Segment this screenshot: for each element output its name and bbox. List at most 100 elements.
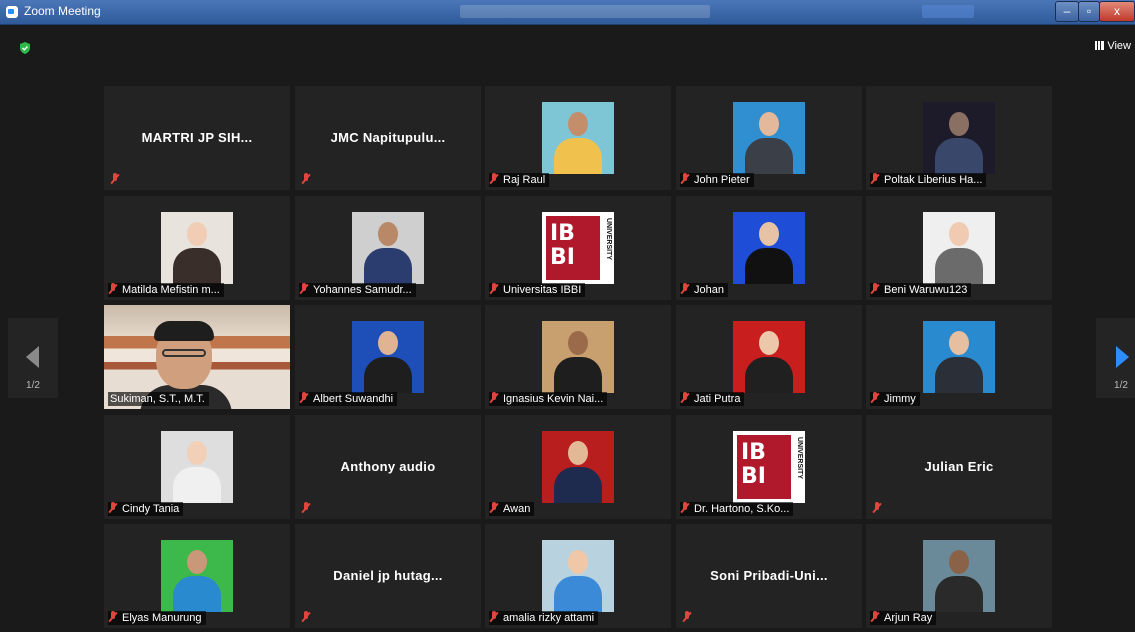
- participant-display-name: Anthony audio: [340, 459, 436, 474]
- participant-avatar: [161, 212, 233, 284]
- page-indicator-left: 1/2: [26, 380, 40, 391]
- participant-name: Yohannes Samudr...: [313, 284, 412, 296]
- zoom-app-icon: [6, 6, 18, 18]
- blurred-title-region-2: [922, 5, 974, 18]
- participant-display-name: Soni Pribadi-Uni...: [710, 568, 828, 583]
- participant-avatar: [923, 212, 995, 284]
- view-button[interactable]: View: [1095, 40, 1131, 52]
- participant-avatar: [923, 102, 995, 174]
- page-indicator-right: 1/2: [1114, 380, 1128, 391]
- participant-tile[interactable]: Yohannes Samudr...: [295, 196, 481, 300]
- muted-mic-icon: [301, 611, 311, 623]
- participant-tile[interactable]: MARTRI JP SIH...: [104, 86, 290, 190]
- muted-mic-icon: [108, 283, 118, 295]
- ibbi-logo: IB BI UNIVERSITY: [733, 431, 805, 503]
- participant-tile[interactable]: Jati Putra: [676, 305, 862, 409]
- participant-tile[interactable]: Anthony audio: [295, 415, 481, 519]
- participant-name: Cindy Tania: [122, 503, 180, 515]
- participant-name-label: Ignasius Kevin Nai...: [489, 392, 608, 406]
- grid-view-icon: [1095, 41, 1105, 50]
- participant-name-label: Universitas IBBI: [489, 283, 586, 297]
- participant-avatar: [542, 102, 614, 174]
- participant-avatar: [542, 431, 614, 503]
- participant-name: Poltak Liberius Ha...: [884, 174, 983, 186]
- muted-mic-icon: [870, 283, 880, 295]
- participant-tile[interactable]: IB BI UNIVERSITY Universitas IBBI: [485, 196, 671, 300]
- muted-mic-icon: [108, 611, 118, 623]
- maximize-button[interactable]: ▫: [1078, 1, 1100, 22]
- participant-name-label: Beni Waruwu123: [870, 283, 972, 297]
- participant-name: Johan: [694, 284, 724, 296]
- participant-tile[interactable]: Poltak Liberius Ha...: [866, 86, 1052, 190]
- participant-name-label: Cindy Tania: [108, 502, 184, 516]
- participant-name-label: Jimmy: [870, 392, 920, 406]
- next-page-button[interactable]: 1/2: [1096, 318, 1135, 398]
- participant-avatar: [733, 212, 805, 284]
- participant-avatar: [542, 540, 614, 612]
- participant-tile[interactable]: Jimmy: [866, 305, 1052, 409]
- participant-tile[interactable]: Julian Eric: [866, 415, 1052, 519]
- participant-tile[interactable]: Beni Waruwu123: [866, 196, 1052, 300]
- gallery-grid: MARTRI JP SIH... JMC Napitupulu... Raj Rau…: [104, 86, 1052, 632]
- participant-avatar: [923, 321, 995, 393]
- window-title: Zoom Meeting: [24, 4, 101, 18]
- muted-mic-icon: [872, 502, 882, 514]
- close-button[interactable]: x: [1099, 1, 1135, 22]
- ibbi-logo: IB BI UNIVERSITY: [542, 212, 614, 284]
- participant-tile[interactable]: Johan: [676, 196, 862, 300]
- participant-name-label: Matilda Mefistin m...: [108, 283, 224, 297]
- participant-tile[interactable]: Daniel jp hutag...: [295, 524, 481, 628]
- participant-name: Albert Suwandhi: [313, 393, 394, 405]
- participant-tile[interactable]: IB BI UNIVERSITY Dr. Hartono, S.Ko...: [676, 415, 862, 519]
- muted-mic-icon: [110, 173, 120, 185]
- participant-tile[interactable]: Albert Suwandhi: [295, 305, 481, 409]
- participant-name-label: Raj Raul: [489, 173, 550, 187]
- participant-name-label: Albert Suwandhi: [299, 392, 398, 406]
- participant-name: Raj Raul: [503, 174, 546, 186]
- participant-avatar: [733, 102, 805, 174]
- blurred-title-region: [460, 5, 710, 18]
- participant-tile[interactable]: Cindy Tania: [104, 415, 290, 519]
- minimize-button[interactable]: –: [1055, 1, 1079, 22]
- participant-name: Elyas Manurung: [122, 612, 202, 624]
- participant-name-label: Arjun Ray: [870, 611, 937, 625]
- muted-mic-icon: [299, 392, 309, 404]
- participant-tile[interactable]: Arjun Ray: [866, 524, 1052, 628]
- encryption-shield-icon[interactable]: [18, 41, 32, 55]
- muted-mic-icon: [108, 502, 118, 514]
- previous-page-button[interactable]: 1/2: [8, 318, 58, 398]
- participant-name-label: Jati Putra: [680, 392, 745, 406]
- participant-tile[interactable]: Awan: [485, 415, 671, 519]
- participant-display-name: JMC Napitupulu...: [330, 130, 446, 145]
- participant-name-label: Sukiman, S.T., M.T.: [108, 392, 209, 406]
- participant-avatar: [161, 540, 233, 612]
- participant-tile[interactable]: amalia rizky attami: [485, 524, 671, 628]
- participant-tile[interactable]: JMC Napitupulu...: [295, 86, 481, 190]
- participant-tile[interactable]: Matilda Mefistin m...: [104, 196, 290, 300]
- arrow-left-icon: [26, 346, 39, 368]
- muted-mic-icon: [680, 173, 690, 185]
- participant-avatar: [161, 431, 233, 503]
- participant-display-name: Daniel jp hutag...: [333, 568, 443, 583]
- participant-tile[interactable]: Ignasius Kevin Nai...: [485, 305, 671, 409]
- participant-name: Sukiman, S.T., M.T.: [110, 393, 205, 405]
- participant-display-name: Julian Eric: [924, 459, 994, 474]
- window-titlebar: Zoom Meeting – ▫ x: [0, 0, 1135, 25]
- participant-name: Matilda Mefistin m...: [122, 284, 220, 296]
- participant-tile[interactable]: John Pieter: [676, 86, 862, 190]
- participant-name-label: Awan: [489, 502, 535, 516]
- muted-mic-icon: [489, 283, 499, 295]
- muted-mic-icon: [489, 173, 499, 185]
- participant-tile[interactable]: Sukiman, S.T., M.T.: [104, 305, 290, 409]
- participant-tile[interactable]: Elyas Manurung: [104, 524, 290, 628]
- participant-tile[interactable]: Raj Raul: [485, 86, 671, 190]
- participant-name-label: Johan: [680, 283, 728, 297]
- participant-avatar: [352, 321, 424, 393]
- muted-mic-icon: [682, 611, 692, 623]
- participant-name: Universitas IBBI: [503, 284, 582, 296]
- muted-mic-icon: [870, 611, 880, 623]
- participant-name-label: John Pieter: [680, 173, 754, 187]
- muted-mic-icon: [680, 392, 690, 404]
- participant-tile[interactable]: Soni Pribadi-Uni...: [676, 524, 862, 628]
- arrow-right-icon: [1116, 346, 1129, 368]
